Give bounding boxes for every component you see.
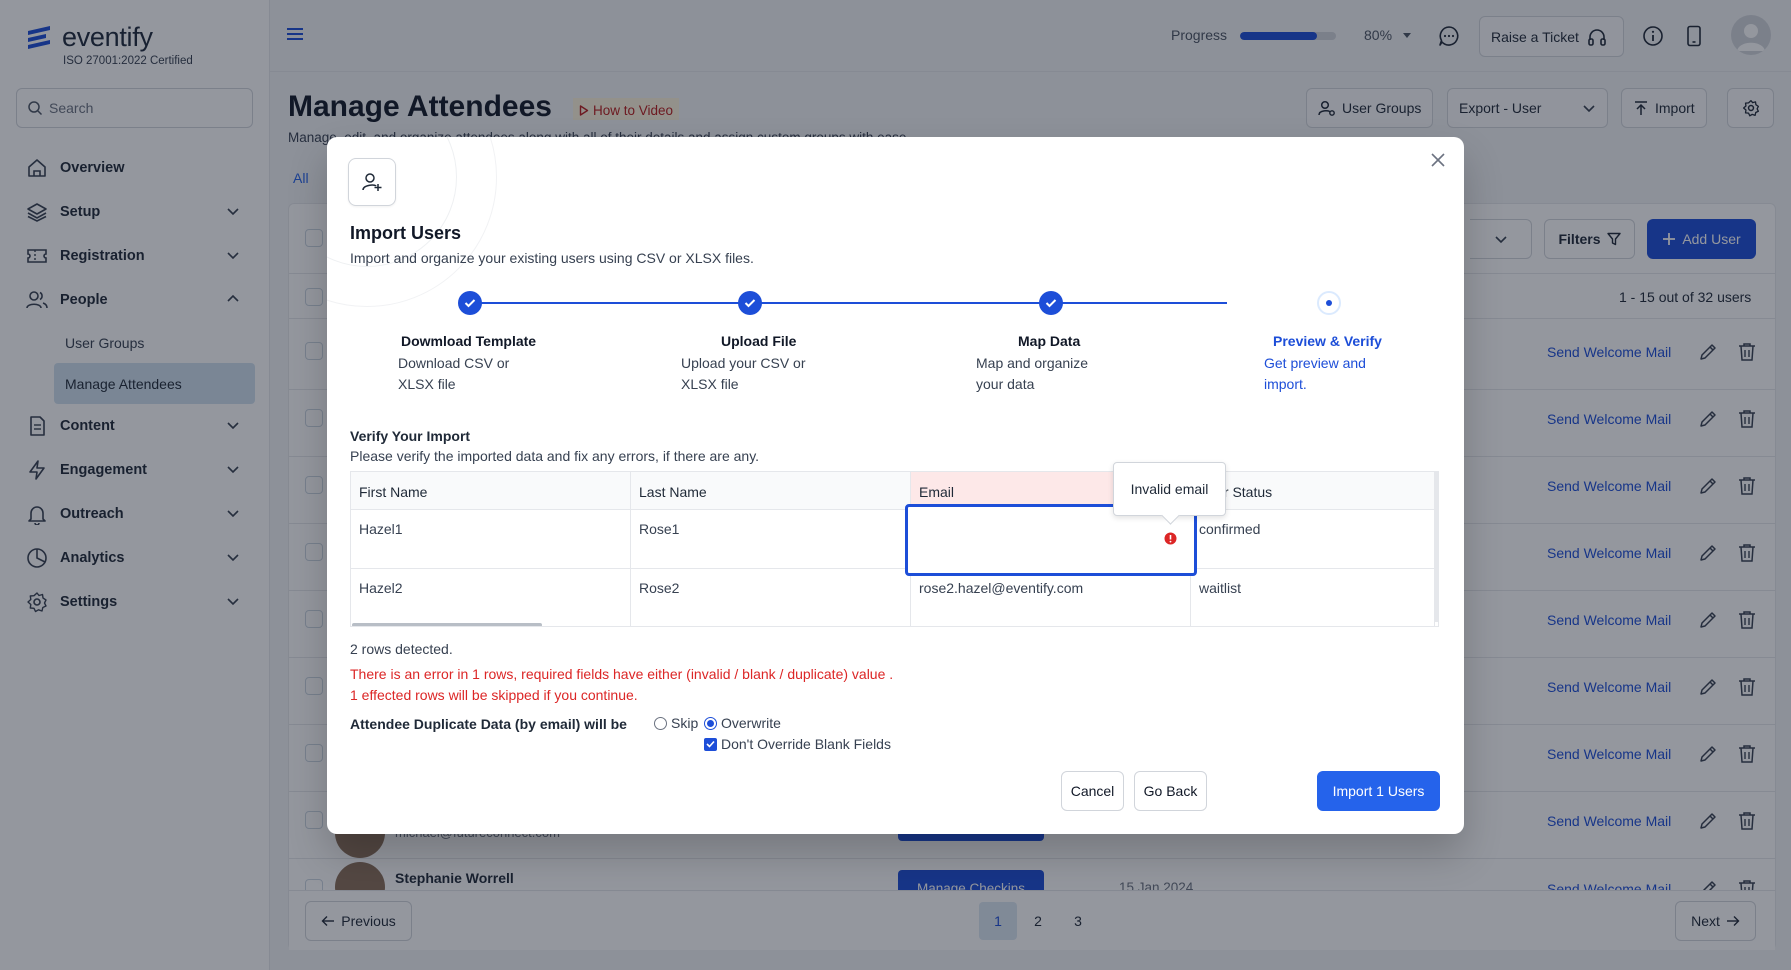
dont-override-blank-option[interactable]: Don't Override Blank Fields <box>704 736 891 752</box>
error-tooltip: Invalid email <box>1113 462 1226 516</box>
step-2-title: Upload File <box>721 333 797 349</box>
table-cell[interactable]: Rose1 <box>631 510 911 569</box>
table-cell[interactable]: Hazel2 <box>351 569 631 626</box>
close-modal-button[interactable] <box>1430 152 1446 168</box>
verify-subtitle: Please verify the imported data and fix … <box>350 448 760 464</box>
column-header-last-name: Last Name <box>631 472 911 510</box>
cancel-button[interactable]: Cancel <box>1061 771 1124 811</box>
overwrite-label: Overwrite <box>721 715 781 731</box>
error-icon <box>1164 532 1177 545</box>
table-cell[interactable]: Hazel1 <box>351 510 631 569</box>
error-indicator[interactable] <box>1164 532 1177 545</box>
verify-title: Verify Your Import <box>350 428 471 444</box>
step-1-title: Dowmload Template <box>401 333 537 349</box>
table-cell[interactable]: waitlist <box>1191 569 1435 626</box>
column-header-first-name: First Name <box>351 472 631 510</box>
modal-subtitle: Import and organize your existing users … <box>350 250 754 266</box>
skip-radio[interactable] <box>654 716 667 730</box>
error-summary: There is an error in 1 rows, required fi… <box>350 666 894 682</box>
step-2-desc: Upload your CSV or XLSX file <box>681 355 806 392</box>
rows-detected-text: 2 rows detected. <box>350 641 453 657</box>
close-icon <box>1431 153 1445 167</box>
step-4-current-dot <box>1317 291 1341 315</box>
import-preview-table: First Name Last Name Email User Status H… <box>350 471 1439 627</box>
check-icon <box>744 299 756 308</box>
table-cell[interactable]: rose2.hazel@eventify.com <box>911 569 1191 626</box>
stepper-connector <box>469 302 1227 304</box>
column-header-user-status: User Status <box>1191 472 1435 510</box>
dont-override-blank-label: Don't Override Blank Fields <box>721 736 891 752</box>
modal-icon <box>348 158 396 206</box>
step-3-title: Map Data <box>1018 333 1081 349</box>
step-1-desc: Download CSV or XLSX file <box>398 355 510 392</box>
step-4-title: Preview & Verify <box>1273 333 1382 349</box>
import-users-modal: Import Users Import and organize your ex… <box>327 137 1464 834</box>
check-icon <box>1045 299 1057 308</box>
overwrite-radio-option[interactable]: Overwrite <box>704 715 781 731</box>
step-2-complete-dot <box>738 291 762 315</box>
step-3-desc: Map and organize your data <box>976 355 1089 392</box>
step-4-desc: Get preview and import. <box>1264 355 1366 392</box>
table-horizontal-scrollbar[interactable] <box>352 623 542 626</box>
skip-warning: 1 effected rows will be skipped if you c… <box>350 687 638 703</box>
go-back-button[interactable]: Go Back <box>1134 771 1207 811</box>
skip-radio-option[interactable]: Skip <box>654 715 698 731</box>
modal-title: Import Users <box>350 223 462 243</box>
check-icon <box>464 299 476 308</box>
error-tooltip-text: Invalid email <box>1130 481 1209 497</box>
table-cell[interactable]: Rose2 <box>631 569 911 626</box>
overwrite-radio[interactable] <box>704 716 717 730</box>
table-vertical-scrollbar[interactable] <box>1434 472 1438 622</box>
duplicate-data-label: Attendee Duplicate Data (by email) will … <box>350 716 627 732</box>
step-3-complete-dot <box>1039 291 1063 315</box>
step-1-complete-dot <box>458 291 482 315</box>
user-plus-icon <box>362 173 382 191</box>
skip-label: Skip <box>671 715 699 731</box>
check-icon <box>706 740 715 748</box>
import-users-button[interactable]: Import 1 Users <box>1317 771 1440 811</box>
table-cell[interactable]: confirmed <box>1191 510 1435 569</box>
dont-override-blank-checkbox[interactable] <box>704 737 717 751</box>
